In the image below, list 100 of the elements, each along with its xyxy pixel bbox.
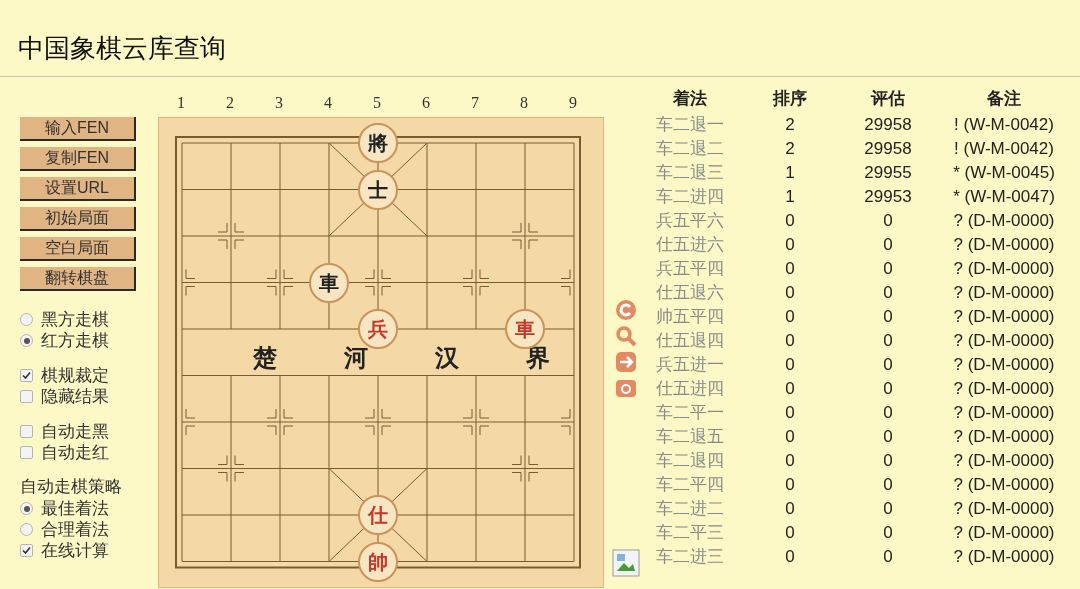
page-title: 中国象棋云库查询	[18, 33, 227, 65]
table-cell-text: 0	[784, 475, 796, 493]
table-cell-text: 29955	[863, 163, 913, 181]
radio-button[interactable]	[20, 334, 33, 347]
radio-label: 最佳着法	[41, 500, 109, 517]
checkbox[interactable]	[20, 446, 33, 459]
chess-piece[interactable]: 兵	[358, 309, 398, 349]
action-button[interactable]: 初始局面	[20, 207, 136, 231]
move-cell[interactable]: 车二平三	[640, 523, 740, 541]
position-mark-icon	[560, 408, 571, 436]
table-cell-text: 0	[882, 331, 894, 349]
table-cell-text: 0	[882, 355, 894, 373]
radio-button[interactable]	[20, 313, 33, 326]
chess-piece[interactable]: 將	[358, 123, 398, 163]
checkbox[interactable]	[20, 369, 33, 382]
action-button[interactable]: 翻转棋盘	[20, 267, 136, 291]
table-cell-text: 0	[882, 307, 894, 325]
table-cell-text: 0	[882, 523, 894, 541]
file-number: 1	[176, 93, 186, 113]
table-cell-text: 0	[784, 259, 796, 277]
move-cell[interactable]: 车二平四	[640, 475, 740, 493]
move-cell[interactable]: 车二退五	[640, 427, 740, 445]
chess-piece[interactable]: 帥	[358, 541, 398, 582]
table-cell-text: 29958	[863, 115, 913, 133]
file-number: 6	[421, 93, 431, 113]
table-cell-text: ! (W-M-0042)	[953, 139, 1055, 157]
table-cell-text: ? (D-M-0000)	[952, 451, 1056, 469]
position-mark-icon	[364, 408, 392, 436]
table-cell-text: 0	[784, 379, 796, 397]
table-cell-text: 0	[882, 475, 894, 493]
move-cell[interactable]: 车二退一	[640, 115, 740, 133]
arrow-right-icon[interactable]	[615, 351, 637, 373]
position-mark-icon	[217, 455, 245, 482]
move-cell[interactable]: 车二平一	[640, 403, 740, 421]
refresh-icon[interactable]	[615, 299, 637, 321]
chess-piece[interactable]: 車	[309, 262, 349, 303]
table-cell-text: ? (D-M-0000)	[952, 331, 1056, 349]
table-cell-text: 0	[882, 283, 894, 301]
column-header: 着法	[672, 86, 708, 110]
table-cell-text: ? (D-M-0000)	[952, 235, 1056, 253]
checkbox[interactable]	[20, 390, 33, 403]
file-number: 4	[323, 93, 333, 113]
radio-label: 红方走棋	[41, 332, 109, 349]
file-number: 2	[225, 93, 235, 113]
move-cell[interactable]: 车二进三	[640, 547, 740, 565]
table-cell-text: 0	[882, 259, 894, 277]
action-button[interactable]: 设置URL	[20, 177, 136, 201]
camera-icon[interactable]	[615, 377, 637, 399]
table-cell-text: 0	[784, 403, 796, 421]
checkbox-label: 在线计算	[41, 542, 109, 559]
checkbox[interactable]	[20, 544, 33, 557]
chess-piece[interactable]: 仕	[358, 495, 398, 535]
checkbox-label: 棋规裁定	[41, 367, 109, 384]
position-mark-icon	[462, 408, 490, 436]
checkbox-label: 隐藏结果	[41, 388, 109, 405]
action-button[interactable]: 输入FEN	[20, 117, 136, 141]
move-cell[interactable]: 仕五退四	[640, 331, 740, 349]
search-icon[interactable]	[615, 325, 637, 347]
table-cell-text: ? (D-M-0000)	[952, 259, 1056, 277]
checkbox[interactable]	[20, 425, 33, 438]
move-cell[interactable]: 兵五平四	[640, 259, 740, 277]
checkmark-icon	[22, 546, 31, 555]
move-cell[interactable]: 仕五进六	[640, 235, 740, 253]
table-cell-text: 0	[784, 211, 796, 229]
table-cell-text: 0	[784, 307, 796, 325]
move-cell[interactable]: 兵五进一	[640, 355, 740, 373]
chess-piece[interactable]: 士	[358, 169, 398, 210]
table-cell-text: ? (D-M-0000)	[952, 307, 1056, 325]
move-cell[interactable]: 仕五退六	[640, 283, 740, 301]
move-cell[interactable]: 车二进二	[640, 499, 740, 517]
river-text: 汉	[433, 342, 460, 374]
checkbox-label: 自动走黑	[41, 423, 109, 440]
table-cell-text: ? (D-M-0000)	[952, 379, 1056, 397]
move-cell[interactable]: 车二退三	[640, 163, 740, 181]
move-cell[interactable]: 兵五平六	[640, 211, 740, 229]
table-cell-text: * (W-M-0045)	[952, 163, 1056, 181]
move-cell[interactable]: 车二进四	[640, 187, 740, 205]
column-header: 备注	[986, 86, 1022, 110]
file-number: 3	[274, 93, 284, 113]
move-cell[interactable]: 仕五进四	[640, 379, 740, 397]
table-cell-text: 0	[882, 499, 894, 517]
table-cell-text: 0	[784, 331, 796, 349]
position-mark-icon	[266, 269, 294, 296]
position-mark-icon	[462, 269, 490, 296]
action-button[interactable]: 复制FEN	[20, 147, 136, 171]
table-cell-text: 0	[784, 235, 796, 253]
checkmark-icon	[22, 371, 31, 380]
move-cell[interactable]: 车二退四	[640, 451, 740, 469]
radio-button[interactable]	[20, 523, 33, 536]
table-cell-text: ? (D-M-0000)	[952, 547, 1056, 565]
radio-button[interactable]	[20, 502, 33, 515]
table-cell-text: 2	[784, 115, 796, 133]
move-cell[interactable]: 车二退二	[640, 139, 740, 157]
file-number: 7	[470, 93, 480, 113]
checkbox-label: 自动走红	[41, 444, 109, 461]
table-cell-text: ? (D-M-0000)	[952, 475, 1056, 493]
move-cell[interactable]: 帅五平四	[640, 307, 740, 325]
table-cell-text: 1	[784, 187, 796, 205]
action-button[interactable]: 空白局面	[20, 237, 136, 261]
table-cell-text: 0	[882, 235, 894, 253]
